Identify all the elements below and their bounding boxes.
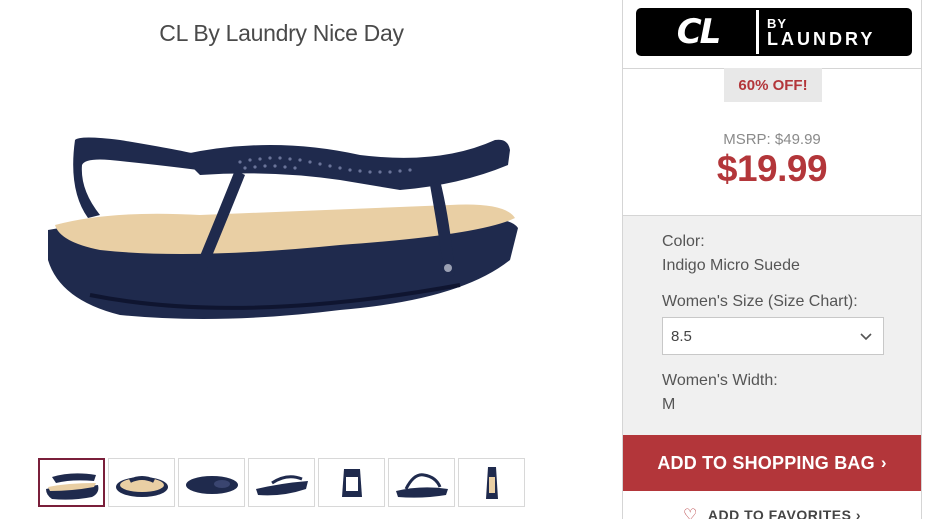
size-label[interactable]: Women's Size (Size Chart): [662,293,858,311]
thumbnail-1[interactable] [38,458,105,507]
sale-price: $19.99 [716,148,828,189]
brand-logo-text: BY LAUNDRY [767,17,875,48]
add-to-bag-button[interactable]: ADD TO SHOPPING BAG › [623,435,921,491]
brand-logo-laundry: LAUNDRY [767,28,876,49]
chevron-right-icon: › [880,453,887,472]
discount-badge: 60% OFF! [724,68,822,102]
thumbnail-4[interactable] [248,458,315,507]
size-select[interactable]: 8.5 [662,317,884,355]
width-value: M [662,396,676,413]
brand-logo-cl: CL [676,12,722,52]
width-label: Women's Width: [662,372,778,389]
thumbnail-7[interactable] [458,458,525,507]
color-value: Indigo Micro Suede [662,257,800,274]
thumbnail-5[interactable] [318,458,385,507]
thumbnail-2[interactable] [108,458,175,507]
size-select-value: 8.5 [671,327,692,345]
purchase-panel: CL BY LAUNDRY 60% OFF! MSRP: $49.99 $19.… [622,0,922,519]
product-options: Color: Indigo Micro Suede Women's Size (… [623,215,921,435]
add-to-bag-label: ADD TO SHOPPING BAG [657,452,875,473]
thumbnail-strip [38,458,525,507]
add-to-favorites-label: ADD TO FAVORITES › [707,507,861,519]
brand-logo-separator [756,10,759,54]
add-to-favorites-button[interactable]: ♡ ADD TO FAVORITES › [623,505,921,519]
thumbnail-3[interactable] [178,458,245,507]
color-label: Color: [662,233,705,250]
thumbnail-6[interactable] [388,458,455,507]
chevron-down-icon [860,333,872,341]
brand-logo[interactable]: CL BY LAUNDRY [636,8,912,56]
product-title: CL By Laundry Nice Day [159,20,404,46]
heart-icon: ♡ [683,507,698,519]
msrp-price: MSRP: $49.99 [723,131,821,148]
product-main-image[interactable] [40,110,530,350]
brand-logo-by: BY [767,15,788,31]
